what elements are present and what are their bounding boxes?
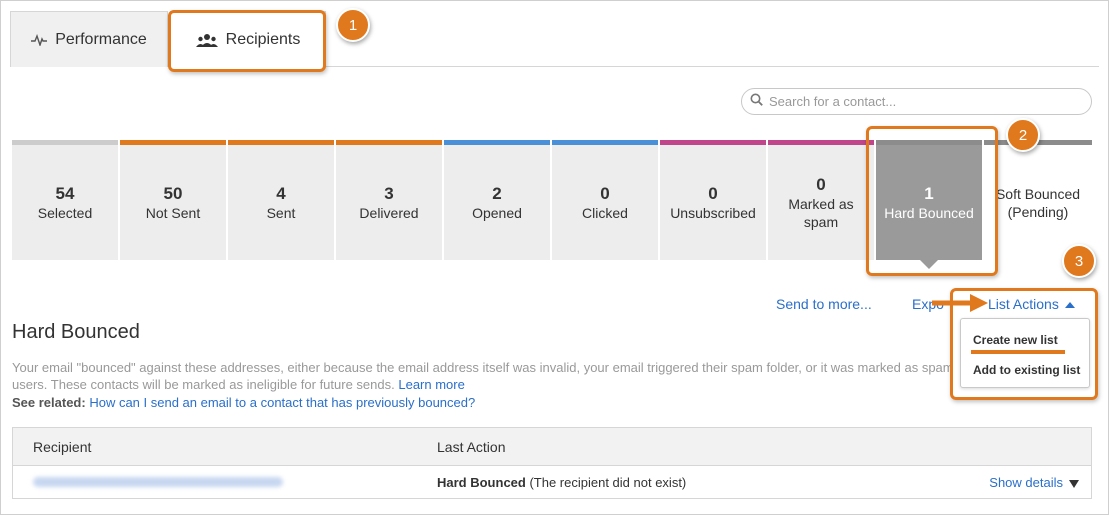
stat-value: 4 bbox=[276, 183, 286, 203]
stat-not-sent[interactable]: 50 Not Sent bbox=[120, 140, 226, 260]
show-details-label: Show details bbox=[989, 475, 1063, 490]
section-description-line2: users. These contacts will be marked as … bbox=[12, 376, 465, 393]
last-action-reason: (The recipient did not exist) bbox=[529, 475, 687, 490]
search-box bbox=[741, 88, 1092, 115]
table-row: Hard Bounced (The recipient did not exis… bbox=[13, 467, 1091, 499]
search-input[interactable] bbox=[769, 94, 1069, 109]
stat-sent[interactable]: 4 Sent bbox=[228, 140, 334, 260]
step-badge-2: 2 bbox=[1006, 118, 1040, 152]
stat-value: 2 bbox=[492, 183, 502, 203]
stat-value: 50 bbox=[163, 183, 183, 203]
stat-label: Opened bbox=[472, 204, 522, 221]
stat-clicked[interactable]: 0 Clicked bbox=[552, 140, 658, 260]
stat-label: Clicked bbox=[582, 204, 628, 221]
stat-label: Marked as spam bbox=[788, 195, 854, 230]
stat-value: 0 bbox=[708, 183, 718, 203]
section-description: Your email "bounced" against these addre… bbox=[12, 360, 954, 375]
see-related-label: See related: bbox=[12, 395, 86, 410]
stat-unsubscribed[interactable]: 0 Unsubscribed bbox=[660, 140, 766, 260]
tab-performance-label: Performance bbox=[55, 30, 147, 48]
column-header-last-action[interactable]: Last Action bbox=[437, 439, 506, 455]
stat-label: Soft Bounced (Pending) bbox=[995, 186, 1081, 220]
table-header: Recipient Last Action bbox=[13, 428, 1091, 466]
step-badge-1: 1 bbox=[336, 8, 370, 42]
recipients-table: Recipient Last Action Hard Bounced (The … bbox=[12, 427, 1092, 499]
stat-value: 3 bbox=[384, 183, 394, 203]
tab-performance[interactable]: Performance bbox=[10, 11, 168, 67]
recipient-email-redacted bbox=[33, 477, 283, 487]
stat-label: Delivered bbox=[359, 204, 419, 221]
last-action-cell: Hard Bounced (The recipient did not exis… bbox=[437, 475, 686, 490]
stat-delivered[interactable]: 3 Delivered bbox=[336, 140, 442, 260]
section-title: Hard Bounced bbox=[12, 321, 140, 343]
highlight-box-recipients-tab bbox=[168, 10, 326, 72]
stat-label: Sent bbox=[266, 204, 296, 221]
stat-selected[interactable]: 54 Selected bbox=[12, 140, 118, 260]
stat-marked-as-spam[interactable]: 0 Marked as spam bbox=[768, 140, 874, 260]
highlight-box-hard-bounced bbox=[866, 126, 998, 276]
show-details-link[interactable]: Show details bbox=[989, 475, 1079, 490]
pulse-icon bbox=[31, 33, 48, 46]
arrow-icon bbox=[932, 294, 988, 312]
see-related-link[interactable]: How can I send an email to a contact tha… bbox=[89, 395, 475, 410]
last-action-status: Hard Bounced bbox=[437, 475, 526, 490]
description-text: users. These contacts will be marked as … bbox=[12, 377, 395, 392]
caret-down-icon bbox=[1069, 479, 1079, 488]
stat-value: 0 bbox=[816, 174, 826, 194]
stat-opened[interactable]: 2 Opened bbox=[444, 140, 550, 260]
step-badge-3: 3 bbox=[1062, 244, 1096, 278]
stat-soft-bounced[interactable]: Soft Bounced (Pending) bbox=[984, 140, 1092, 260]
stat-label: Unsubscribed bbox=[670, 204, 756, 221]
stat-value: 0 bbox=[600, 183, 610, 203]
search-icon bbox=[750, 93, 763, 111]
stat-value: 54 bbox=[55, 183, 75, 203]
see-related: See related: How can I send an email to … bbox=[12, 394, 475, 411]
column-header-recipient[interactable]: Recipient bbox=[33, 439, 91, 455]
learn-more-link[interactable]: Learn more bbox=[398, 377, 464, 392]
stat-label: Not Sent bbox=[145, 204, 201, 221]
send-to-more-link[interactable]: Send to more... bbox=[776, 296, 872, 312]
stat-label: Selected bbox=[37, 204, 93, 221]
